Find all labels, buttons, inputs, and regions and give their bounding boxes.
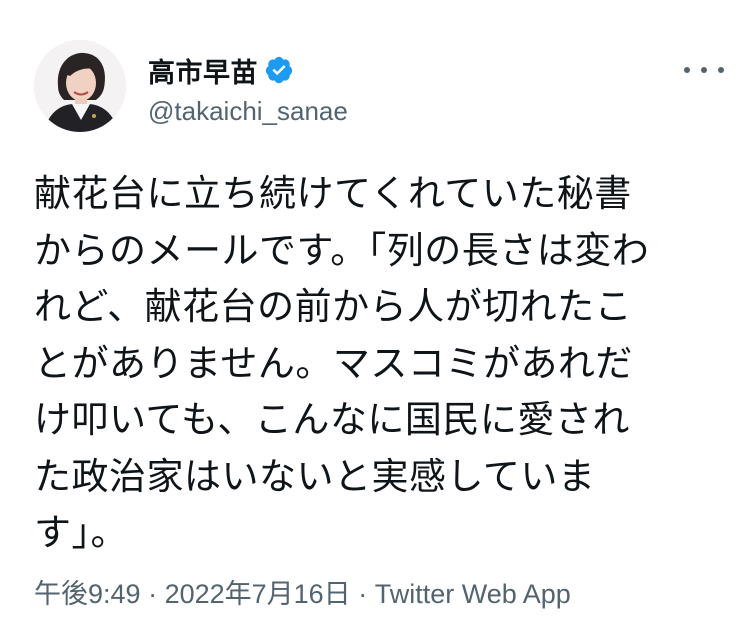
- tweet-meta: 午後9:49 · 2022年7月16日 · Twitter Web App: [34, 572, 571, 611]
- more-options-icon[interactable]: [684, 60, 724, 80]
- more-dot: [718, 67, 724, 73]
- tweet-time[interactable]: 午後9:49: [34, 579, 141, 609]
- avatar-photo-icon: [34, 40, 126, 132]
- tweet-header: 高市早苗 @takaichi_sanae: [34, 40, 724, 136]
- display-name[interactable]: 高市早苗: [148, 51, 258, 90]
- user-handle[interactable]: @takaichi_sanae: [148, 96, 348, 127]
- more-dot: [701, 67, 707, 73]
- meta-separator: ·: [350, 579, 375, 609]
- tweet-source[interactable]: Twitter Web App: [375, 579, 571, 609]
- avatar[interactable]: [34, 40, 126, 132]
- tweet-text: 献花台に立ち続けてくれていた秘書 からのメールです。「列の長さは変わ れど、献花…: [34, 172, 650, 554]
- user-name-block: 高市早苗 @takaichi_sanae: [148, 52, 348, 127]
- more-dot: [684, 67, 690, 73]
- verified-badge-icon: [264, 55, 294, 85]
- display-name-row: 高市早苗: [148, 51, 348, 90]
- tweet-date[interactable]: 2022年7月16日: [165, 579, 351, 609]
- meta-separator: ·: [140, 579, 165, 609]
- tweet-card: 高市早苗 @takaichi_sanae 献花台に立ち続けてくれていた秘書 から…: [0, 0, 750, 636]
